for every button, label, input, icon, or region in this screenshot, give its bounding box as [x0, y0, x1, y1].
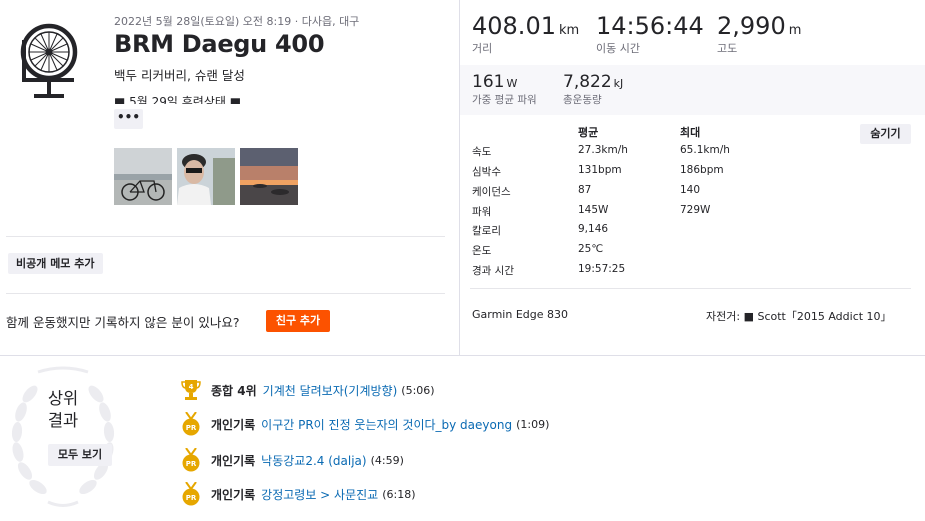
achievement-kind: 개인기록 [211, 487, 256, 502]
stat-moving-time: 14:56:44 이동 시간 [596, 12, 707, 56]
achievement-kind: 개인기록 [211, 453, 256, 468]
segment-time: (4:59) [370, 453, 404, 467]
column-header-avg: 평균 [578, 126, 599, 139]
activity-description: 백두 리커버리, 슈랜 달성 [114, 68, 245, 83]
hide-details-button[interactable]: 숨기기 [860, 124, 911, 144]
detail-row-avg: 87 [578, 184, 592, 196]
pr-medal-icon: PR [182, 448, 200, 472]
divider [470, 288, 911, 289]
segment-link[interactable]: 낙동강교2.4 (dalja) [261, 452, 366, 469]
detail-row-avg: 19:57:25 [578, 263, 626, 275]
pr-medal-icon: PR [182, 412, 200, 436]
stat-label: 가중 평균 파워 [472, 94, 537, 106]
detail-row-avg: 25℃ [578, 243, 604, 255]
activity-photo[interactable] [177, 148, 235, 205]
stat-weighted-power: 161 W 가중 평균 파워 [472, 72, 537, 107]
segment-link[interactable]: 강정고령보 > 사문진교 [261, 486, 378, 503]
activity-description-line2: ■ 5월 29일 후련상태 ■ [114, 95, 242, 104]
detail-row-avg: 9,146 [578, 223, 609, 235]
stat-label: 고도 [717, 42, 738, 55]
detail-row-label: 파워 [472, 206, 492, 218]
stat-label: 총운동량 [563, 94, 602, 106]
medal-rank: PR [186, 424, 197, 432]
activity-photo[interactable] [240, 148, 298, 205]
segment-time: (5:06) [401, 383, 435, 397]
detail-row-label: 경과 시간 [472, 265, 514, 277]
section-divider [0, 355, 925, 356]
activity-datetime: 2022년 5월 28일(토요일) 오전 8:19 · 다사읍, 대구 [114, 15, 360, 28]
group-activity-prompt: 함께 운동했지만 기록하지 않은 분이 있나요? [6, 315, 240, 330]
ride-icon [20, 23, 78, 98]
divider [6, 293, 445, 294]
stat-value: 7,822 [563, 72, 612, 92]
divider [6, 236, 445, 237]
stat-value: 161 [472, 72, 505, 92]
bicycle-photo-icon [114, 148, 172, 205]
stat-total-work: 7,822 kJ 총운동량 [563, 72, 623, 107]
bike-info: 자전거: ■ Scott「2015 Addict 10」 [706, 308, 892, 324]
detail-row-max: 186bpm [680, 164, 724, 176]
segment-link[interactable]: 이구간 PR이 진정 웃는자의 것이다_by daeyong [261, 416, 512, 433]
stat-unit: m [788, 23, 802, 38]
detail-row-label: 온도 [472, 245, 492, 257]
rider-photo-icon [177, 148, 235, 205]
top-results-line: 결과 [47, 411, 79, 430]
detail-row-avg: 145W [578, 204, 609, 216]
bike-link[interactable]: ■ Scott「2015 Addict 10」 [744, 310, 892, 323]
stat-elevation: 2,990 m 고도 [717, 12, 801, 56]
stat-unit: km [558, 23, 580, 38]
medal-rank: PR [186, 460, 197, 468]
achievement-item: PR 개인기록 강정고령보 > 사문진교 (6:18) [180, 482, 416, 506]
detail-row-label: 속도 [472, 146, 492, 158]
stat-unit: kJ [613, 77, 624, 90]
top-results-heading: 상위 결과 [30, 388, 96, 432]
achievement-item: PR 개인기록 낙동강교2.4 (dalja) (4:59) [180, 448, 404, 472]
sunset-photo-icon [240, 148, 298, 205]
medal-rank: 4 [189, 383, 194, 391]
segment-link[interactable]: 기계천 달려보자(기계방향) [263, 382, 398, 399]
bike-label: 자전거: [706, 310, 741, 323]
stat-value: 408.01 [472, 12, 556, 40]
view-all-button[interactable]: 모두 보기 [48, 444, 112, 466]
stat-value: 2,990 [717, 12, 786, 40]
detail-row-avg: 27.3km/h [578, 144, 628, 156]
laurel-wreath-icon [11, 366, 115, 507]
add-private-note-button[interactable]: 비공개 메모 추가 [8, 253, 103, 274]
detail-row-max: 729W [680, 204, 711, 216]
stat-distance: 408.01 km 거리 [472, 12, 579, 56]
medal-rank: PR [186, 494, 197, 502]
stat-value: 14:56:44 [596, 12, 704, 40]
detail-row-label: 케이던스 [472, 186, 511, 198]
more-button[interactable]: ••• [114, 109, 143, 129]
top-results-line: 상위 [47, 389, 79, 408]
activity-stats: 408.01 km 거리 14:56:44 이동 시간 2,990 m 고도 161… [459, 0, 925, 355]
detail-row-label: 칼로리 [472, 225, 501, 237]
segment-time: (6:18) [382, 487, 416, 501]
achievement-item: PR 개인기록 이구간 PR이 진정 웃는자의 것이다_by daeyong (… [180, 412, 549, 436]
achievement-kind: 종합 4위 [211, 383, 257, 398]
segment-time: (1:09) [516, 417, 550, 431]
achievement-item: 4 종합 4위 기계천 달려보자(기계방향) (5:06) [180, 378, 435, 402]
activity-photo[interactable] [114, 148, 172, 205]
device-name: Garmin Edge 830 [472, 308, 569, 321]
trophy-icon: 4 [181, 380, 201, 400]
detail-row-label: 심박수 [472, 166, 501, 178]
stat-label: 거리 [472, 42, 493, 55]
achievement-kind: 개인기록 [211, 417, 256, 432]
detail-row-max: 65.1km/h [680, 144, 730, 156]
pr-medal-icon: PR [182, 482, 200, 506]
add-friend-button[interactable]: 친구 추가 [266, 310, 330, 332]
activity-summary: 2022년 5월 28일(토요일) 오전 8:19 · 다사읍, 대구 BRM … [0, 0, 458, 355]
stat-unit: W [506, 77, 518, 90]
activity-title: BRM Daegu 400 [114, 30, 325, 58]
detail-row-avg: 131bpm [578, 164, 622, 176]
column-header-max: 최대 [680, 126, 701, 139]
stat-label: 이동 시간 [596, 42, 640, 55]
detail-row-max: 140 [680, 184, 701, 196]
